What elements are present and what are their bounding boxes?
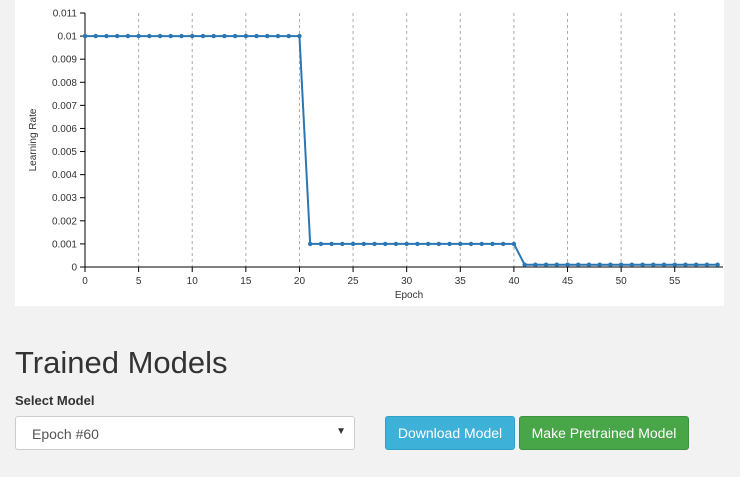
y-tick-label: 0.011 bbox=[53, 9, 78, 20]
download-model-button[interactable]: Download Model bbox=[385, 416, 515, 450]
data-point bbox=[286, 33, 291, 39]
model-select[interactable]: Epoch #60 ▼ bbox=[15, 416, 355, 450]
y-tick-label: 0.01 bbox=[58, 32, 78, 43]
data-point bbox=[254, 33, 259, 39]
data-point bbox=[683, 262, 688, 267]
data-point bbox=[93, 33, 98, 39]
y-tick-label: 0.008 bbox=[52, 78, 77, 89]
chevron-down-icon: ▼ bbox=[336, 426, 346, 437]
y-tick-label: 0.003 bbox=[52, 193, 77, 204]
y-tick-label: 0 bbox=[71, 263, 77, 274]
data-point bbox=[447, 241, 452, 247]
data-point bbox=[468, 241, 474, 247]
data-point bbox=[168, 33, 173, 39]
data-point bbox=[479, 241, 484, 247]
data-point bbox=[629, 262, 635, 267]
data-point bbox=[114, 33, 120, 39]
y-tick-label: 0.005 bbox=[52, 147, 77, 158]
data-point bbox=[715, 262, 720, 267]
y-tick-label: 0.006 bbox=[52, 124, 77, 135]
data-point bbox=[383, 241, 388, 247]
data-point bbox=[554, 262, 559, 267]
data-point bbox=[586, 262, 592, 267]
data-point bbox=[500, 241, 506, 247]
data-point bbox=[211, 33, 216, 39]
data-point bbox=[104, 33, 109, 39]
x-tick-label: 50 bbox=[616, 276, 628, 287]
data-point bbox=[415, 241, 420, 247]
x-tick-label: 45 bbox=[562, 276, 574, 287]
data-point bbox=[125, 33, 131, 39]
y-tick-label: 0.004 bbox=[52, 170, 77, 181]
data-point bbox=[597, 262, 602, 267]
data-point bbox=[533, 262, 538, 267]
x-tick-label: 35 bbox=[455, 276, 467, 287]
data-point bbox=[458, 241, 463, 247]
data-point bbox=[576, 262, 581, 267]
y-tick-label: 0.001 bbox=[52, 239, 77, 250]
data-point bbox=[307, 241, 313, 247]
learning-rate-chart-panel: 0 0.001 0.002 0.003 0.004 0.005 0.006 0.007 0.00… bbox=[15, 0, 724, 306]
data-point bbox=[565, 262, 570, 267]
data-point bbox=[522, 262, 527, 267]
data-point bbox=[490, 241, 495, 247]
y-axis-title: Learning Rate bbox=[28, 108, 39, 171]
data-point bbox=[372, 241, 377, 247]
data-point bbox=[318, 241, 324, 247]
make-pretrained-model-button[interactable]: Make Pretrained Model bbox=[519, 416, 689, 450]
data-point bbox=[200, 33, 206, 39]
data-point bbox=[350, 241, 356, 247]
data-point bbox=[436, 241, 442, 247]
data-point bbox=[511, 241, 517, 247]
data-point bbox=[179, 33, 184, 39]
data-point bbox=[82, 33, 88, 39]
data-point bbox=[147, 33, 152, 39]
data-point bbox=[265, 33, 270, 39]
data-point bbox=[297, 33, 302, 39]
data-point bbox=[393, 241, 399, 247]
y-tick-label: 0.002 bbox=[52, 216, 77, 227]
series-line bbox=[85, 35, 718, 266]
data-point bbox=[361, 241, 366, 247]
data-point bbox=[243, 33, 249, 39]
data-point bbox=[704, 262, 710, 267]
y-tick-label: 0.007 bbox=[52, 101, 77, 112]
data-point bbox=[329, 241, 334, 247]
select-model-label: Select Model bbox=[15, 393, 95, 408]
data-point bbox=[190, 33, 195, 39]
data-point bbox=[425, 241, 431, 247]
learning-rate-chart: 0 0.001 0.002 0.003 0.004 0.005 0.006 0.007 0.00… bbox=[28, 9, 723, 301]
x-tick-label: 15 bbox=[240, 276, 252, 287]
data-point bbox=[651, 262, 656, 267]
data-point bbox=[275, 33, 281, 39]
x-tick-label: 40 bbox=[508, 276, 520, 287]
data-point bbox=[404, 241, 409, 247]
data-point bbox=[693, 262, 699, 267]
x-tick-label: 20 bbox=[294, 276, 306, 287]
y-tick-label: 0.009 bbox=[52, 55, 77, 66]
x-tick-label: 5 bbox=[136, 276, 142, 287]
data-point bbox=[232, 33, 238, 39]
data-point bbox=[640, 262, 645, 267]
data-point bbox=[672, 262, 677, 267]
model-select-value: Epoch #60 bbox=[32, 426, 99, 442]
x-tick-label: 25 bbox=[348, 276, 360, 287]
data-point bbox=[136, 33, 141, 39]
data-point bbox=[157, 33, 163, 39]
x-tick-label: 0 bbox=[82, 276, 88, 287]
x-tick-label: 55 bbox=[669, 276, 681, 287]
x-tick-label: 10 bbox=[187, 276, 199, 287]
data-point bbox=[340, 241, 345, 247]
data-point bbox=[608, 262, 613, 267]
data-point bbox=[618, 262, 624, 267]
data-point bbox=[543, 262, 549, 267]
x-axis-title: Epoch bbox=[395, 290, 423, 301]
x-tick-label: 30 bbox=[401, 276, 413, 287]
data-point bbox=[661, 262, 667, 267]
section-title: Trained Models bbox=[15, 345, 228, 380]
data-point bbox=[222, 33, 227, 39]
